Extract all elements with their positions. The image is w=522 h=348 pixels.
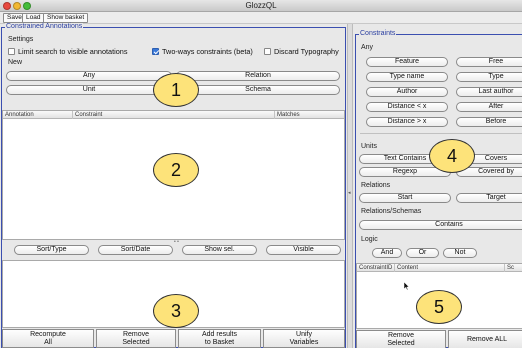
unify-variables-label-line1: Unify [296,331,312,338]
two-ways-constraints-label: Two-ways constraints (beta) [162,47,253,56]
column-header-matches[interactable]: Matches [275,111,346,119]
splitter-arrow-icon[interactable]: ◂ [348,190,351,196]
load-button[interactable]: Load [22,13,45,23]
recompute-all-label-line2: All [44,339,52,346]
add-results-to-basket-button[interactable]: Add results to Basket [178,329,261,348]
distance-greater-than-button[interactable]: Distance > x [366,117,448,127]
callout-5: 5 [416,290,462,324]
target-button[interactable]: Target [456,193,522,203]
add-results-label-line1: Add results [201,331,238,338]
column-header-sc[interactable]: Sc [505,264,522,272]
new-any-button[interactable]: Any [6,71,172,81]
new-relation-button[interactable]: Relation [176,71,340,81]
discard-typography-label: Discard Typography [274,47,339,56]
start-button[interactable]: Start [359,193,451,203]
mouse-pointer-icon [404,282,410,291]
show-basket-button[interactable]: Show basket [43,13,89,23]
remove-selected-annotations-button[interactable]: Remove Selected [96,329,176,348]
type-button[interactable]: Type [456,72,522,82]
window-title: GlozzQL [245,1,277,10]
annotations-table-header: Annotation Constraint Matches [3,111,344,119]
discard-typography-checkbox-box[interactable] [264,48,271,55]
callout-4: 4 [429,139,475,173]
settings-label: Settings [8,36,34,43]
relations-schemas-label: Relations/Schemas [361,208,422,215]
remove-selected-label-line2: Selected [122,339,150,346]
callout-3: 3 [153,294,199,328]
contains-button[interactable]: Contains [359,220,522,230]
units-label: Units [361,143,377,150]
distance-less-than-button[interactable]: Distance < x [366,102,448,112]
discard-typography-checkbox[interactable]: Discard Typography [264,47,339,56]
remove-selected-constraints-button[interactable]: Remove Selected [356,330,446,348]
panel-splitter[interactable] [347,24,353,348]
recompute-all-label-line1: Recompute [30,331,66,338]
column-header-content[interactable]: Content [395,264,505,272]
two-ways-constraints-checkbox[interactable]: Two-ways constraints (beta) [152,47,253,56]
new-label: New [8,59,23,66]
split-handle-dots[interactable]: • • [174,239,179,245]
visible-button[interactable]: Visible [266,245,341,255]
constraints-legend: Constraints [359,30,397,37]
remove-selected-constraints-line1: Remove [387,332,415,339]
logic-label: Logic [361,236,378,243]
title-bar: GlozzQL [0,0,522,12]
limit-search-label: Limit search to visible annotations [18,47,128,56]
limit-search-checkbox-box[interactable] [8,48,15,55]
recompute-all-button[interactable]: Recompute All [2,329,94,348]
new-unit-button[interactable]: Unit [6,85,172,95]
unify-variables-button[interactable]: Unify Variables [263,329,345,348]
unify-variables-label-line2: Variables [289,339,319,346]
author-button[interactable]: Author [366,87,448,97]
remove-selected-label-line1: Remove [122,331,150,338]
column-header-annotation[interactable]: Annotation [3,111,73,119]
app-window: GlozzQL Save Load Show basket Constraine… [0,0,522,348]
limit-search-checkbox[interactable]: Limit search to visible annotations [8,47,128,56]
new-schema-button[interactable]: Schema [176,85,340,95]
last-author-button[interactable]: Last author [456,87,522,97]
any-section-divider [360,133,522,134]
relations-label: Relations [361,182,391,189]
sort-type-button[interactable]: Sort/Type [14,245,89,255]
after-button[interactable]: After [456,102,522,112]
callout-2: 2 [153,153,199,187]
not-button[interactable]: Not [443,248,477,258]
any-label: Any [361,44,374,51]
feature-button[interactable]: Feature [366,57,448,67]
type-name-button[interactable]: Type name [366,72,448,82]
show-selected-button[interactable]: Show sel. [182,245,257,255]
remove-selected-constraints-line2: Selected [387,340,415,347]
and-button[interactable]: And [372,248,402,258]
callout-1: 1 [153,73,199,107]
column-header-constraint[interactable]: Constraint [73,111,275,119]
remove-all-button[interactable]: Remove ALL [448,330,522,348]
two-ways-constraints-checkbox-box[interactable] [152,48,159,55]
constrained-annotations-legend: Constrained Annotations [5,23,84,30]
before-button[interactable]: Before [456,117,522,127]
free-button[interactable]: Free [456,57,522,67]
or-button[interactable]: Or [406,248,439,258]
constraints-table-header: ConstraintID Content Sc [357,264,522,272]
add-results-label-line2: to Basket [204,339,235,346]
sort-date-button[interactable]: Sort/Date [98,245,173,255]
column-header-constraint-id[interactable]: ConstraintID [357,264,395,272]
